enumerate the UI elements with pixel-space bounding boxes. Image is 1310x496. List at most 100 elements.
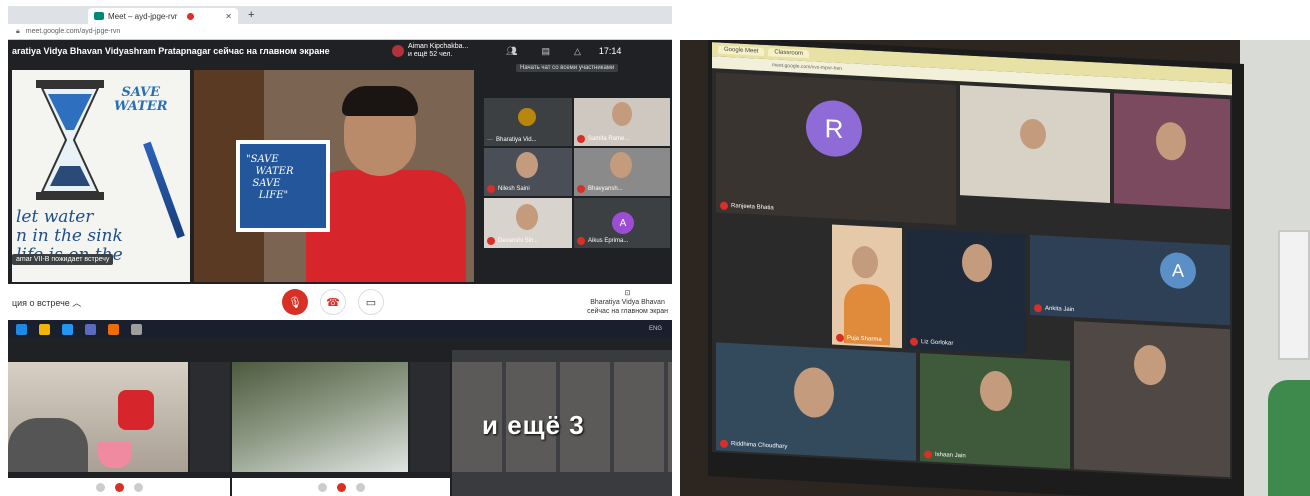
thumb-controls [8, 478, 230, 496]
participant-tile[interactable] [960, 85, 1110, 204]
mic-off-icon [487, 237, 495, 245]
chat-icon[interactable]: ▤ [541, 46, 550, 57]
user-chip[interactable]: Aiman Kipchakba... и ещё 52 чел. [392, 43, 492, 59]
clock: 17:14 [598, 46, 622, 56]
avatar [392, 45, 404, 57]
windows-taskbar: ENG [8, 320, 672, 338]
participant-tile[interactable]: A Aikus Eprima... [574, 198, 670, 248]
participant-face [980, 370, 1012, 412]
close-tab-icon[interactable]: ✕ [225, 12, 232, 21]
participant-tile[interactable]: Nilesh Saini [484, 148, 572, 196]
participant-face [516, 152, 538, 178]
participant-tile[interactable]: Samita Rame... [574, 98, 670, 146]
user-others: и ещё 52 чел. [408, 51, 453, 58]
student-hair [342, 86, 418, 116]
address-bar[interactable]: 🔒︎ meet.google.com/ayd-jpge-rvn [8, 24, 672, 40]
presenter-video: "SAVE WATER SAVE LIFE" [194, 70, 474, 282]
save-water-card: "SAVE WATER SAVE LIFE" [236, 140, 330, 232]
participant-tile[interactable]: R Ranjeeta Bhatia [716, 72, 956, 225]
app-icon[interactable] [131, 323, 142, 335]
participant-face [516, 204, 538, 230]
avatar: R [806, 99, 862, 159]
mic-off-icon [910, 337, 918, 346]
more-icon: ··· [487, 137, 493, 143]
presenting-banner: aratiya Vidya Bhavan Vidyashram Pratapna… [12, 46, 330, 56]
mic-off-icon: 🎙︎ [288, 296, 302, 309]
browser-tab[interactable]: Google Meet [718, 45, 765, 56]
lock-icon: 🔒︎ [16, 27, 20, 35]
participant-name: Puja Sharma [847, 335, 882, 344]
activities-icon[interactable]: △ [574, 46, 581, 57]
boy-red-shirt [118, 390, 154, 430]
app-icon[interactable] [85, 323, 96, 335]
leave-call-button[interactable]: ☎︎ [320, 289, 346, 315]
file-explorer-icon[interactable] [39, 323, 50, 335]
hourglass-drawing [36, 80, 104, 200]
participant-tile[interactable]: Puja Sharma [832, 224, 902, 349]
participant-face [962, 243, 992, 283]
participant-face [852, 245, 878, 279]
mic-off-icon [487, 185, 495, 193]
people-icon[interactable]: 👥︎ [506, 46, 517, 57]
participant-tile[interactable]: Bhavyansh... [574, 148, 670, 196]
classroom-photo: Google Meet Classroom meet.google.com/xv… [680, 40, 1310, 496]
participant-name: Ankita Jain [1045, 305, 1075, 314]
thumb-sidebar [190, 362, 230, 472]
avatar: A [612, 212, 634, 234]
student-shirt [306, 170, 466, 282]
participant-face [1134, 344, 1166, 386]
mic-off-icon [1034, 304, 1042, 313]
recording-icon [187, 12, 195, 20]
avatar: A [1160, 251, 1196, 290]
participant-name: Ranjeeta Bhatia [731, 203, 774, 212]
pencil-drawing [143, 141, 185, 239]
meeting-details-button[interactable]: ция о встрече ︿ [12, 296, 282, 309]
browser-tab[interactable]: Meet – ayd-jpge-rvr ✕ [88, 8, 238, 24]
participant-tile[interactable]: Devanshi Sin... [484, 198, 572, 248]
thumb-controls [232, 478, 450, 496]
browser-tab-title: Meet – ayd-jpge-rvr [108, 11, 178, 21]
main-stage: SAVE WATER let water n in the sink life … [8, 64, 480, 284]
participant-tile[interactable]: A Ankita Jain [1030, 234, 1230, 326]
participant-name: Samita Rame... [588, 136, 630, 142]
pink-bucket [98, 442, 132, 468]
presenter-info[interactable]: ⊡ Bharatiya Vidya Bhavan сейчас на главно… [587, 289, 668, 316]
participant-tile[interactable]: Riddhima Choudhary [716, 342, 916, 461]
user-name: Aiman Kipchakba... [408, 43, 469, 50]
participant-name: Nilesh Saini [498, 186, 530, 192]
meet-top-bar: aratiya Vidya Bhavan Vidyashram Pratapna… [8, 40, 672, 62]
meet-screenshot: Meet – ayd-jpge-rvr ✕ + 🔒︎ meet.google.c… [8, 6, 672, 496]
participant-tile[interactable]: Ishaan Jain [920, 353, 1070, 469]
thumb-banner [232, 340, 450, 350]
browser-tab[interactable]: Classroom [768, 48, 810, 59]
participant-face [1156, 121, 1186, 162]
screenshot-thumb-2 [232, 340, 450, 496]
mic-off-icon [577, 135, 585, 143]
chevron-up-icon: ︿ [72, 297, 82, 308]
mic-off-icon [577, 237, 585, 245]
presenter-info-text: Bharatiya Vidya Bhavan сейчас на главном… [587, 298, 668, 315]
mic-off-icon [720, 201, 728, 211]
windows-start-icon[interactable] [16, 323, 27, 335]
participant-face [1020, 118, 1046, 150]
poster-title: SAVE WATER [114, 85, 168, 114]
participant-name: Bharatiya Vid... [496, 137, 537, 143]
mic-toggle-button[interactable]: 🎙︎ [282, 289, 308, 315]
participant-tile[interactable] [1074, 321, 1230, 478]
plant [1268, 380, 1310, 496]
thumb-banner [8, 340, 230, 350]
participant-tile[interactable] [1114, 93, 1230, 210]
new-tab-icon[interactable]: + [248, 9, 254, 21]
thumb-video [8, 362, 188, 472]
participant-tile[interactable]: ··· Bharatiya Vid... [484, 98, 572, 146]
camera-toggle-button[interactable]: ▭ [358, 289, 384, 315]
card-text: "SAVE WATER SAVE LIFE" [240, 144, 326, 228]
mic-off-icon [836, 333, 844, 343]
chrome-icon[interactable] [108, 323, 119, 335]
bookshelf [1278, 230, 1310, 360]
mic-off-icon [720, 439, 728, 449]
edge-icon[interactable] [62, 323, 73, 335]
participant-name: Ishaan Jain [935, 451, 966, 460]
participant-tile[interactable]: Liz Gorlokar [906, 228, 1026, 355]
participant-name: Devanshi Sin... [498, 238, 539, 244]
